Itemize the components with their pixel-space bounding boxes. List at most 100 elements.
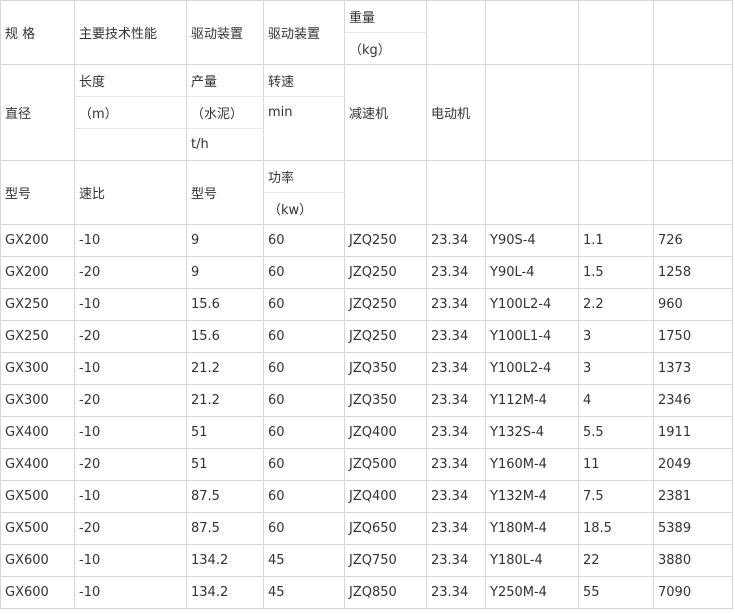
table-cell: GX500	[0, 512, 75, 545]
header-drive-1: 驱动装置	[186, 0, 264, 65]
table-cell: GX200	[0, 256, 75, 289]
table-cell: -20	[74, 256, 187, 289]
table-cell: -20	[74, 384, 187, 417]
table-cell: 15.6	[186, 320, 264, 353]
table-cell: 15.6	[186, 288, 264, 321]
table-cell: 7090	[653, 576, 733, 609]
table-row: GX200 -10 9 60 JZQ250 23.34 Y90S-4 1.1 726	[0, 224, 733, 257]
header-empty-2-9	[653, 64, 733, 161]
table-cell: 23.34	[426, 288, 486, 321]
header-empty-8	[578, 0, 654, 65]
table-cell: JZQ400	[344, 480, 427, 513]
table-cell: Y90L-4	[485, 256, 579, 289]
table-row: GX600 -10 134.2 45 JZQ850 23.34 Y250M-4 55 7090	[0, 576, 733, 609]
table-cell: 11	[578, 448, 654, 481]
table-cell: 5.5	[578, 416, 654, 449]
header-weight-unit: （kg）	[344, 32, 427, 65]
header-empty-3-9	[653, 160, 733, 225]
table-row: GX400 -10 51 60 JZQ400 23.34 Y132S-4 5.5 1911	[0, 416, 733, 449]
table-cell: -10	[74, 480, 187, 513]
header-empty-7	[485, 0, 579, 65]
header-empty-2-8	[578, 64, 654, 161]
table-cell: 7.5	[578, 480, 654, 513]
table-cell: 1750	[653, 320, 733, 353]
table-cell: 21.2	[186, 352, 264, 385]
table-cell: 60	[263, 384, 345, 417]
table-cell: 60	[263, 352, 345, 385]
table-cell: 2049	[653, 448, 733, 481]
table-cell: 60	[263, 288, 345, 321]
table-cell: 1258	[653, 256, 733, 289]
table-row: GX250 -20 15.6 60 JZQ250 23.34 Y100L1-4 3 1750	[0, 320, 733, 353]
table-cell: 23.34	[426, 544, 486, 577]
table-row: GX300 -20 21.2 60 JZQ350 23.34 Y112M-4 4 2346	[0, 384, 733, 417]
table-cell: Y132M-4	[485, 480, 579, 513]
header-row-2: 直径 长度 产量 转速 减速机 电动机	[0, 64, 733, 161]
table-cell: 5389	[653, 512, 733, 545]
table-cell: GX300	[0, 352, 75, 385]
header-empty-6	[426, 0, 486, 65]
header-motor: 电动机	[426, 64, 486, 161]
table-cell: GX250	[0, 320, 75, 353]
table-cell: 134.2	[186, 544, 264, 577]
table-cell: Y250M-4	[485, 576, 579, 609]
table-cell: 23.34	[426, 256, 486, 289]
table-cell: 60	[263, 480, 345, 513]
table-cell: 60	[263, 256, 345, 289]
table-cell: 60	[263, 320, 345, 353]
table-cell: 51	[186, 416, 264, 449]
table-cell: -10	[74, 288, 187, 321]
table-cell: 23.34	[426, 384, 486, 417]
table-cell: 3	[578, 320, 654, 353]
table-cell: GX500	[0, 480, 75, 513]
table-cell: JZQ650	[344, 512, 427, 545]
table-cell: GX600	[0, 576, 75, 609]
table-cell: 1.1	[578, 224, 654, 257]
table-cell: 23.34	[426, 416, 486, 449]
table-cell: 23.34	[426, 320, 486, 353]
header-model: 型号	[0, 160, 75, 225]
table-cell: JZQ750	[344, 544, 427, 577]
header-empty-2-7	[485, 64, 579, 161]
table-cell: GX400	[0, 416, 75, 449]
table-cell: 60	[263, 512, 345, 545]
table-cell: 55	[578, 576, 654, 609]
table-cell: 87.5	[186, 480, 264, 513]
table-cell: 45	[263, 544, 345, 577]
header-length-empty	[74, 128, 187, 161]
table-cell: 9	[186, 224, 264, 257]
table-cell: JZQ250	[344, 256, 427, 289]
header-drive-2: 驱动装置	[263, 0, 345, 65]
table-cell: 60	[263, 448, 345, 481]
header-weight: 重量	[344, 0, 427, 33]
table-cell: -10	[74, 352, 187, 385]
table-cell: -20	[74, 320, 187, 353]
table-cell: 23.34	[426, 448, 486, 481]
table-cell: Y180L-4	[485, 544, 579, 577]
header-output-unit: t/h	[186, 128, 264, 161]
table-cell: Y100L1-4	[485, 320, 579, 353]
header-empty-3-6	[426, 160, 486, 225]
table-cell: 60	[263, 416, 345, 449]
table-cell: JZQ400	[344, 416, 427, 449]
header-power-unit: （kw）	[263, 192, 345, 225]
table-cell: 23.34	[426, 512, 486, 545]
table-cell: JZQ850	[344, 576, 427, 609]
header-length-unit: （m）	[74, 96, 187, 129]
table-cell: JZQ350	[344, 352, 427, 385]
table-cell: 23.34	[426, 224, 486, 257]
table-row: GX500 -20 87.5 60 JZQ650 23.34 Y180M-4 18.5 5389	[0, 512, 733, 545]
header-output: 产量	[186, 64, 264, 97]
header-row-1: 规 格 主要技术性能 驱动装置 驱动装置 重量	[0, 0, 733, 65]
table-cell: Y112M-4	[485, 384, 579, 417]
table-cell: -10	[74, 576, 187, 609]
table-cell: -10	[74, 544, 187, 577]
table-cell: Y100L2-4	[485, 352, 579, 385]
table-cell: 21.2	[186, 384, 264, 417]
table-cell: JZQ350	[344, 384, 427, 417]
table-cell: 2346	[653, 384, 733, 417]
table-cell: 2.2	[578, 288, 654, 321]
header-empty-3-5	[344, 160, 427, 225]
table-cell: 18.5	[578, 512, 654, 545]
table-cell: Y180M-4	[485, 512, 579, 545]
